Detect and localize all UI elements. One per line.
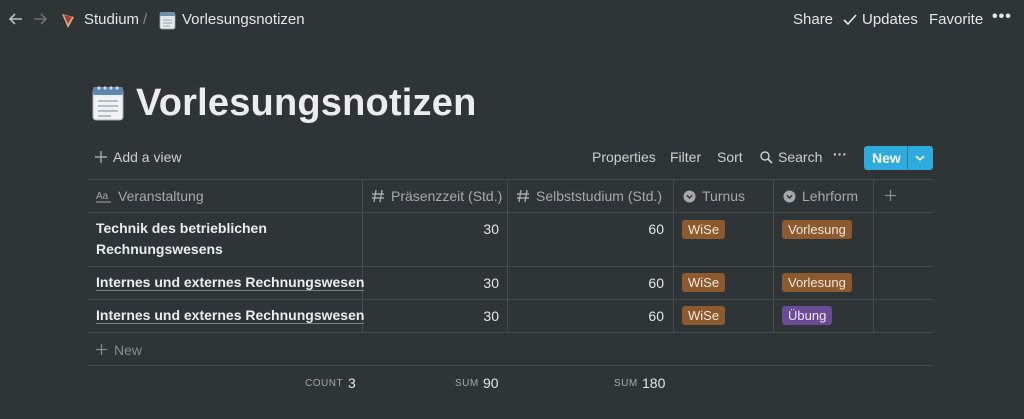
row-divider [88, 332, 933, 333]
selbststudium-value[interactable]: 60 [648, 308, 664, 324]
count-label: COUNT [305, 378, 344, 389]
column-divider [507, 179, 508, 333]
breadcrumb-separator: / [143, 11, 148, 28]
search-icon[interactable] [759, 150, 773, 164]
column-divider [773, 179, 774, 333]
back-arrow-icon[interactable] [6, 10, 26, 30]
row-divider [88, 299, 933, 300]
lehrform-tag[interactable]: Vorlesung [782, 220, 852, 239]
select-property-icon [783, 190, 796, 203]
workspace-icon [58, 10, 78, 30]
add-column-icon[interactable] [884, 189, 897, 202]
column-divider [673, 179, 674, 333]
column-label: Lehrform [802, 188, 859, 204]
top-bar: Studium / Vorlesungsnotizen Share Update… [0, 0, 1024, 40]
table-bottom-border [88, 365, 933, 366]
turnus-tag[interactable]: WiSe [682, 306, 726, 325]
column-label: Turnus [702, 188, 746, 204]
column-header-veranstaltung[interactable]: Aa Veranstaltung [96, 188, 204, 204]
share-button[interactable]: Share [793, 11, 833, 28]
turnus-tag[interactable]: WiSe [682, 273, 726, 292]
page-title[interactable]: Vorlesungsnotizen [136, 82, 477, 125]
breadcrumb-page[interactable]: Vorlesungsnotizen [182, 11, 305, 28]
selbststudium-value[interactable]: 60 [648, 221, 664, 237]
properties-button[interactable]: Properties [592, 149, 656, 165]
number-property-icon [372, 189, 384, 203]
search-button[interactable]: Search [778, 149, 822, 165]
row-divider [88, 266, 933, 267]
select-property-icon [683, 190, 696, 203]
forward-arrow-icon[interactable] [30, 10, 50, 30]
column-divider [873, 179, 874, 333]
column-header-selbststudium[interactable]: Selbststudium (Std.) [516, 188, 662, 204]
column-label: Veranstaltung [118, 188, 204, 204]
sum-value-praesenz[interactable]: 90 [483, 375, 499, 391]
praesenzzeit-value[interactable]: 30 [483, 308, 499, 324]
column-label: Selbststudium (Std.) [536, 188, 663, 204]
sort-button[interactable]: Sort [717, 149, 743, 165]
more-options-icon[interactable]: ••• [992, 8, 1012, 26]
column-header-turnus[interactable]: Turnus [683, 188, 745, 204]
lehrform-tag[interactable]: Vorlesung [782, 273, 852, 292]
selbststudium-value[interactable]: 60 [648, 275, 664, 291]
number-property-icon [517, 189, 529, 203]
plus-icon[interactable] [94, 150, 108, 164]
column-label: Präsenzzeit (Std.) [391, 188, 503, 204]
row-title-line: Internes und externes Rechnungswesen [96, 274, 365, 291]
more-icon[interactable]: ··· [833, 146, 847, 162]
column-header-lehrform[interactable]: Lehrform [783, 188, 858, 204]
favorite-button[interactable]: Favorite [929, 11, 983, 28]
lehrform-tag[interactable]: Übung [782, 306, 833, 325]
table-row-title[interactable]: Internes und externes Rechnungswesen [96, 272, 365, 293]
new-button[interactable]: New [864, 146, 933, 170]
new-button-divider [907, 146, 908, 170]
row-title-line: Rechnungswesens [96, 241, 223, 257]
sum-label: SUM [455, 378, 479, 389]
breadcrumb-workspace[interactable]: Studium [84, 11, 139, 28]
chevron-down-icon[interactable] [912, 150, 928, 166]
sum-value-selbst[interactable]: 180 [642, 375, 665, 391]
updates-button[interactable]: Updates [862, 11, 918, 28]
text-property-icon: Aa [96, 191, 111, 203]
new-button-label: New [872, 150, 901, 166]
praesenzzeit-value[interactable]: 30 [483, 275, 499, 291]
page-notepad-icon[interactable] [91, 84, 125, 122]
add-row-button[interactable]: New [114, 342, 142, 358]
header-divider [88, 212, 933, 213]
count-value[interactable]: 3 [348, 375, 356, 391]
svg-text:Aa: Aa [96, 191, 109, 202]
turnus-tag[interactable]: WiSe [682, 220, 726, 239]
plus-icon[interactable] [95, 343, 108, 356]
check-icon[interactable] [842, 12, 858, 28]
row-title-line: Technik des betrieblichen [96, 220, 267, 236]
add-view-button[interactable]: Add a view [113, 149, 181, 165]
notepad-icon [159, 10, 176, 30]
sum-label: SUM [614, 378, 638, 389]
filter-button[interactable]: Filter [670, 149, 701, 165]
row-title-line: Internes und externes Rechnungswesen [96, 307, 365, 324]
table-top-border [88, 179, 933, 180]
praesenzzeit-value[interactable]: 30 [483, 221, 499, 237]
table-row-title[interactable]: Technik des betrieblichen Rechnungswesen… [96, 218, 267, 260]
column-header-praesenzzeit[interactable]: Präsenzzeit (Std.) [371, 188, 502, 204]
table-row-title[interactable]: Internes und externes Rechnungswesen [96, 305, 365, 326]
